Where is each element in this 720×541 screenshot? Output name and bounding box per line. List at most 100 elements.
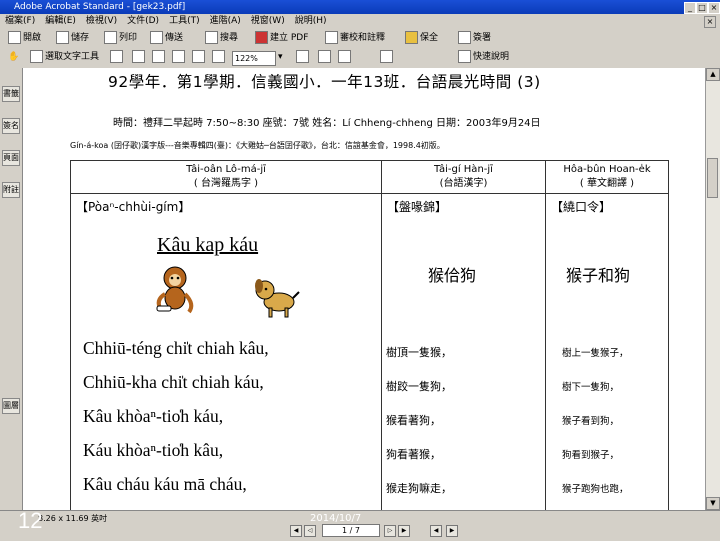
first-page-icon[interactable]: ◀ <box>290 525 302 537</box>
open-icon <box>8 31 21 44</box>
nav-tab-bookmarks[interactable]: 書籤 <box>2 86 20 102</box>
zoom-dropdown-icon[interactable]: ▾ <box>278 50 283 64</box>
forward-view-icon[interactable]: ▶ <box>446 525 458 537</box>
scroll-thumb[interactable] <box>707 158 718 198</box>
scroll-down-icon[interactable]: ▼ <box>706 497 720 510</box>
menu-bar: 檔案(F) 編輯(E) 檢視(V) 文件(D) 工具(T) 進階(A) 視窗(W) 說明(H)… <box>0 14 720 29</box>
hanji-line-4: 狗看著猴， <box>386 448 441 461</box>
menu-edit[interactable]: 編輯(E) <box>40 14 81 29</box>
poj-line-1: Chhiū-téng chi̍t chiah kâu, <box>83 338 269 358</box>
print-button[interactable]: 列印 <box>104 31 137 45</box>
search-button[interactable]: 搜尋 <box>205 31 238 45</box>
menu-view[interactable]: 檢視(V) <box>81 14 122 29</box>
poj-line-4: Káu khòaⁿ-tio̍h kâu, <box>83 440 224 460</box>
menu-window[interactable]: 視窗(W) <box>246 14 290 29</box>
fit-page-icon[interactable] <box>172 50 187 64</box>
attach-icon[interactable] <box>380 50 395 64</box>
chinese-line-2: 樹下一隻狗， <box>562 382 620 393</box>
nav-tab-layers[interactable]: 圖層 <box>2 398 20 414</box>
zoom-out-icon[interactable] <box>212 50 227 64</box>
zoom-level-input[interactable]: 122% <box>232 51 276 66</box>
window-title: Adobe Acrobat Standard - [gek23.pdf] <box>14 2 186 12</box>
page-number-field[interactable]: 1 / 7 <box>322 524 380 537</box>
maximize-button[interactable]: □ <box>696 2 708 14</box>
actual-size-icon[interactable] <box>152 50 167 64</box>
page-title-number: (3) <box>517 73 541 91</box>
lesson-table: Tâi-oân Lô-má-jī( 台灣羅馬字 ) Tâi-gí Hàn-jī(… <box>70 160 669 510</box>
column-header-poj: Tâi-oân Lô-má-jī( 台灣羅馬字 ) <box>70 160 382 194</box>
title-bar: Adobe Acrobat Standard - [gek23.pdf] _ □… <box>0 0 720 14</box>
story-title: Kâu kap káu <box>157 234 259 256</box>
navigation-panel: 書籤 簽名 頁面 附註 圖層 <box>0 68 23 510</box>
text-cursor-icon <box>30 50 43 63</box>
column-header-chinese: Hôa-bûn Hoan-e̍k( 華文翻譯 ) <box>545 160 669 194</box>
close-button[interactable]: × <box>708 2 720 14</box>
monkey-illustration <box>156 266 194 314</box>
single-page-icon[interactable] <box>318 50 333 64</box>
page-subtitle: 時間：禮拜二早起時 7:50~8:30 座號：7號 姓名：Lí Chheng-c… <box>113 118 541 129</box>
hanji-line-2: 樹跤一隻狗， <box>386 380 452 393</box>
section-heading-hanji: 【盤喙錦】 <box>387 200 448 214</box>
save-button[interactable]: 儲存 <box>56 31 89 45</box>
snapshot-tool-icon[interactable] <box>110 50 125 64</box>
secure-button[interactable]: 保全 <box>405 31 438 45</box>
minimize-button[interactable]: _ <box>684 2 696 14</box>
back-view-icon[interactable]: ◀ <box>430 525 442 537</box>
menu-help[interactable]: 說明(H) <box>290 14 332 29</box>
nav-tab-comments[interactable]: 附註 <box>2 182 20 198</box>
help-button[interactable]: 快速說明 <box>458 50 509 64</box>
poj-line-2: Chhiū-kha chi̍t chiah káu, <box>83 372 264 392</box>
hanji-line-5: 猴走狗嘛走， <box>386 482 452 495</box>
source-note: Gín-á-koa (囝仔歌)漢字版---音樂專輯四(臺)：《大雞姑─台語囝仔歌… <box>70 141 445 150</box>
zoom-in-icon[interactable] <box>132 50 147 64</box>
menu-advanced[interactable]: 進階(A) <box>205 14 246 29</box>
poj-line-5: Kâu cháu káu mā cháu, <box>83 474 247 494</box>
story-title-hanji: 猴佮狗 <box>428 266 477 285</box>
doc-close-icon[interactable]: × <box>704 16 716 28</box>
menu-document[interactable]: 文件(D) <box>122 14 164 29</box>
column-header-hanji: Tâi-gí Hàn-jī (台語漢字) <box>381 160 546 194</box>
toolbar-tools: ✋ 選取文字工具 122% ▾ 快速說明 <box>0 48 720 69</box>
review-button[interactable]: 審校和註釋 <box>325 31 385 45</box>
prev-page-icon[interactable]: ◁ <box>304 525 316 537</box>
print-icon <box>104 31 117 44</box>
poj-line-3: Kâu khòaⁿ-tio̍h káu, <box>83 406 224 426</box>
nav-tab-signatures[interactable]: 簽名 <box>2 118 20 134</box>
sign-icon <box>458 31 471 44</box>
rotate-icon[interactable] <box>296 50 311 64</box>
menu-tools[interactable]: 工具(T) <box>164 14 205 29</box>
scroll-up-icon[interactable]: ▲ <box>706 68 720 81</box>
hanji-line-1: 樹頂一隻猴， <box>386 346 452 359</box>
section-heading-chinese: 【繞口令】 <box>551 200 612 214</box>
email-button[interactable]: 傳送 <box>150 31 183 45</box>
fit-width-icon[interactable] <box>192 50 207 64</box>
slide-number: 12 <box>18 508 43 533</box>
section-heading-poj: 【Pòaⁿ-chhùi-gím】 <box>76 200 191 214</box>
chinese-line-5: 猴子跑狗也跑， <box>562 484 629 495</box>
sign-button[interactable]: 簽署 <box>458 31 491 45</box>
last-page-icon[interactable]: ▶ <box>398 525 410 537</box>
open-button[interactable]: 開啟 <box>8 31 41 45</box>
story-title-chinese: 猴子和狗 <box>566 266 631 285</box>
menu-file[interactable]: 檔案(F) <box>0 14 40 29</box>
document-view: 92學年．第1學期．信義國小．一年13班．台語晨光時間 (3) 時間：禮拜二早起… <box>23 68 706 510</box>
slide-date: 2014/10/7 <box>310 513 362 524</box>
continuous-page-icon[interactable] <box>338 50 353 64</box>
hand-tool-icon[interactable]: ✋ <box>8 50 19 64</box>
nav-tab-pages[interactable]: 頁面 <box>2 150 20 166</box>
create-pdf-button[interactable]: 建立 PDF <box>255 31 308 45</box>
chinese-line-1: 樹上一隻猴子， <box>562 348 629 359</box>
next-page-icon[interactable]: ▷ <box>384 525 396 537</box>
chinese-line-3: 猴子看到狗， <box>562 416 620 427</box>
select-text-tool[interactable]: 選取文字工具 <box>30 50 99 64</box>
hanji-column: 【盤喙錦】 猴佮狗 樹頂一隻猴， 樹跤一隻狗， 猴看著狗， 狗看著猴， 猴走狗嘛… <box>381 193 546 510</box>
search-icon <box>205 31 218 44</box>
poj-column: 【Pòaⁿ-chhùi-gím】 Kâu kap káu Chhiū-téng … <box>70 193 382 510</box>
lock-icon <box>405 31 418 44</box>
vertical-scrollbar[interactable]: ▲ ▼ <box>705 68 720 510</box>
email-icon <box>150 31 163 44</box>
dog-illustration <box>255 279 300 318</box>
page-size-label: 8.26 x 11.69 英吋 <box>38 514 108 523</box>
review-icon <box>325 31 338 44</box>
chinese-line-4: 狗看到猴子， <box>562 450 620 461</box>
